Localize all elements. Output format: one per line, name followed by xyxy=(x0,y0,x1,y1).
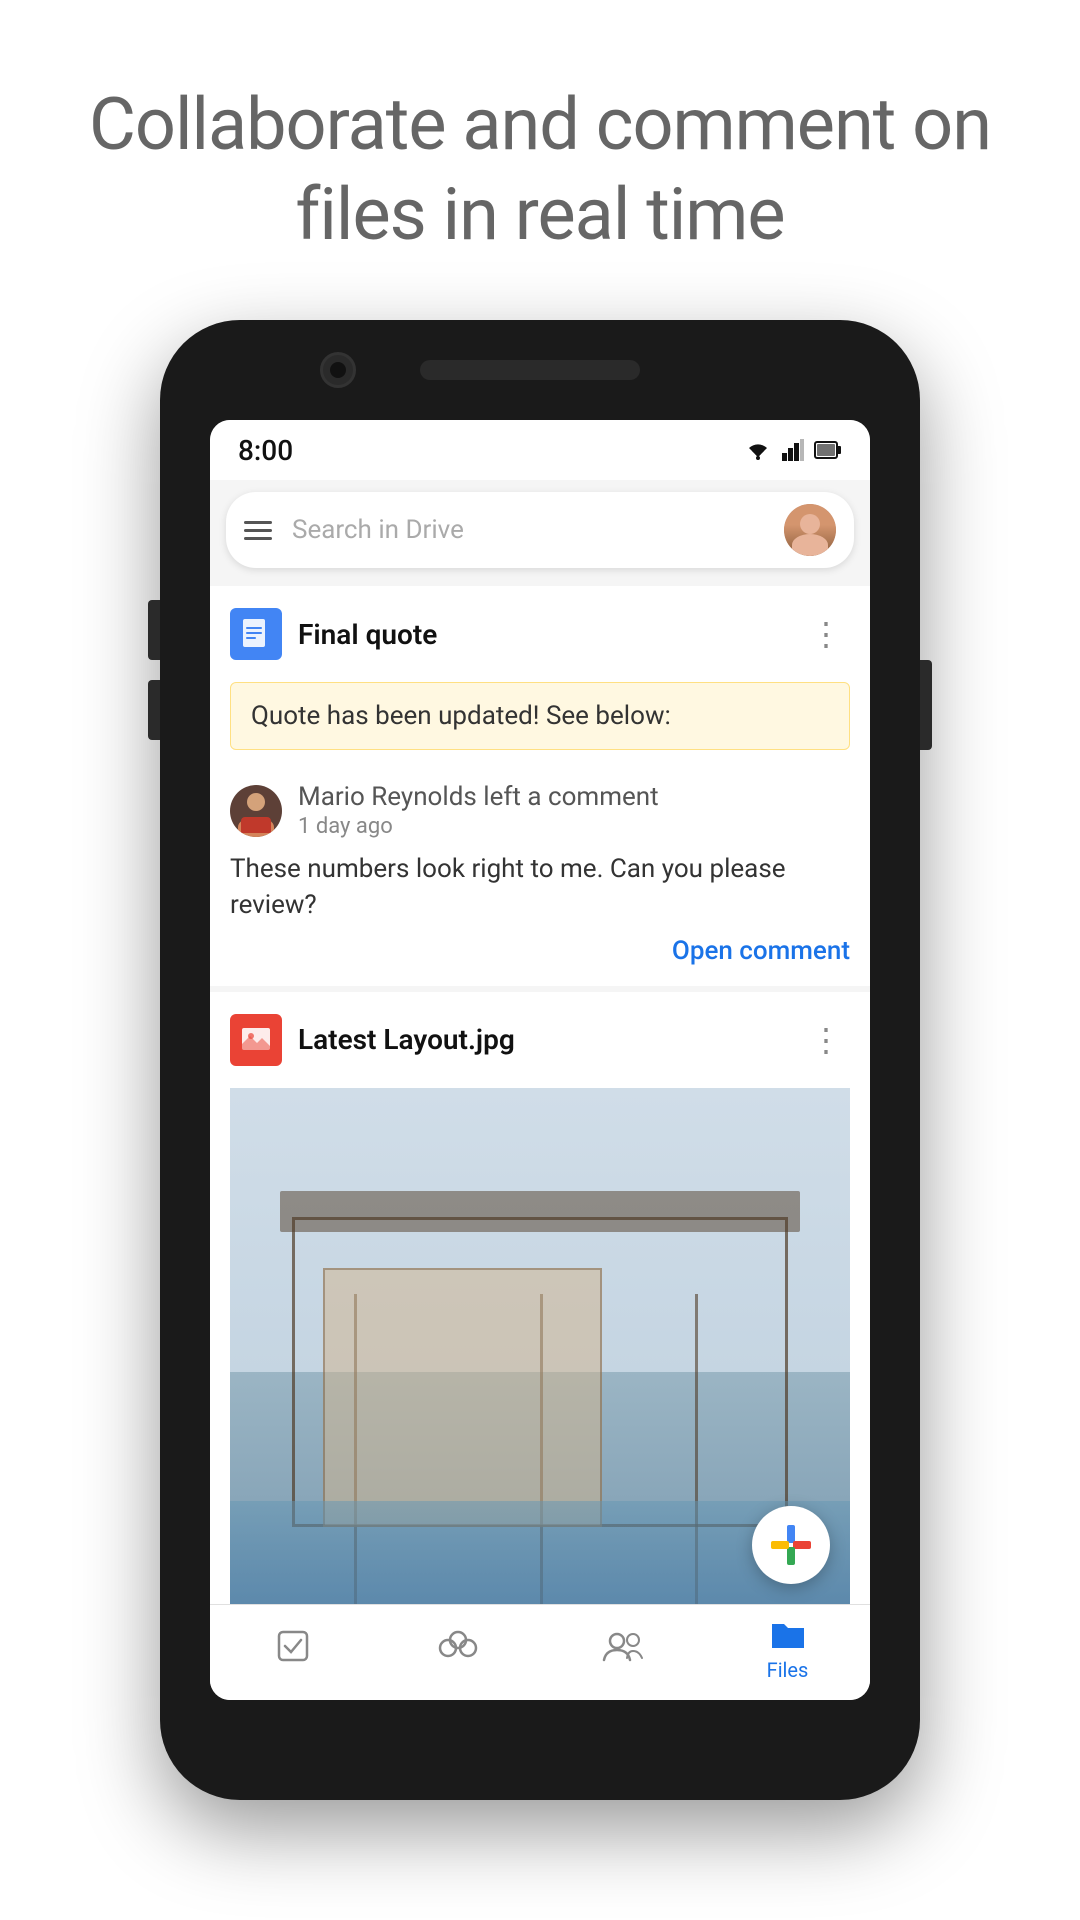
open-comment-button[interactable]: Open comment xyxy=(230,936,850,966)
battery-icon xyxy=(814,439,842,461)
hero-section: Collaborate and comment on files in real… xyxy=(0,0,1080,260)
highlighted-content: Quote has been updated! See below: xyxy=(251,701,671,731)
commenter-avatar xyxy=(230,785,282,837)
search-input[interactable]: Search in Drive xyxy=(292,515,784,545)
nav-item-shared[interactable] xyxy=(540,1628,705,1670)
comment-action: left a comment xyxy=(483,782,658,812)
nav-item-shared-drives[interactable] xyxy=(375,1628,540,1670)
phone-shell: 8:00 xyxy=(160,320,920,1800)
comment-body: These numbers look right to me. Can you … xyxy=(230,851,850,924)
comment-header: Mario Reynolds left a comment 1 day ago xyxy=(230,782,850,839)
image-preview xyxy=(230,1088,850,1604)
more-options-image-button[interactable]: ⋮ xyxy=(802,1021,850,1059)
files-icon xyxy=(768,1616,808,1652)
add-fab-button[interactable] xyxy=(752,1506,830,1584)
search-bar[interactable]: Search in Drive xyxy=(226,492,854,568)
volume-up-button xyxy=(148,600,160,660)
comment-time: 1 day ago xyxy=(298,814,659,839)
shared-with-me-icon xyxy=(601,1628,645,1664)
nav-item-files[interactable]: Files xyxy=(705,1616,870,1682)
file-name-latest-layout: Latest Layout.jpg xyxy=(298,1023,786,1056)
phone-camera xyxy=(320,352,356,388)
user-avatar[interactable] xyxy=(784,504,836,556)
power-button xyxy=(920,660,932,750)
phone-mockup: 8:00 xyxy=(160,320,920,1800)
volume-down-button xyxy=(148,680,160,740)
docs-file-icon xyxy=(230,608,282,660)
nav-item-priority[interactable] xyxy=(210,1628,375,1670)
file-name-final-quote: Final quote xyxy=(298,618,786,651)
wifi-icon xyxy=(744,439,772,461)
shared-drives-icon xyxy=(436,1628,480,1664)
nav-label-files: Files xyxy=(767,1658,809,1682)
bottom-navigation: Files xyxy=(210,1604,870,1700)
image-file-icon xyxy=(230,1014,282,1066)
status-time: 8:00 xyxy=(238,434,293,467)
hamburger-menu-icon[interactable] xyxy=(244,521,272,540)
commenter-name: Mario Reynolds left a comment xyxy=(298,782,659,812)
phone-speaker xyxy=(420,360,640,380)
status-icons xyxy=(744,439,842,461)
content-area: Final quote ⋮ Quote has been updated! Se… xyxy=(210,580,870,1700)
phone-screen: 8:00 xyxy=(210,420,870,1700)
more-options-button[interactable]: ⋮ xyxy=(802,615,850,653)
file-card-final-quote: Final quote ⋮ Quote has been updated! Se… xyxy=(210,586,870,986)
hero-title: Collaborate and comment on files in real… xyxy=(60,80,1020,260)
file-card-latest-layout: Latest Layout.jpg ⋮ xyxy=(210,992,870,1604)
highlight-text-box: Quote has been updated! See below: xyxy=(230,682,850,750)
checkbox-icon xyxy=(275,1628,311,1664)
add-icon xyxy=(771,1525,811,1565)
signal-icon xyxy=(782,439,804,461)
file-header-docs: Final quote ⋮ xyxy=(210,586,870,682)
file-header-image: Latest Layout.jpg ⋮ xyxy=(210,992,870,1088)
status-bar: 8:00 xyxy=(210,420,870,480)
comment-meta: Mario Reynolds left a comment 1 day ago xyxy=(298,782,659,839)
comment-section: Mario Reynolds left a comment 1 day ago … xyxy=(210,766,870,986)
